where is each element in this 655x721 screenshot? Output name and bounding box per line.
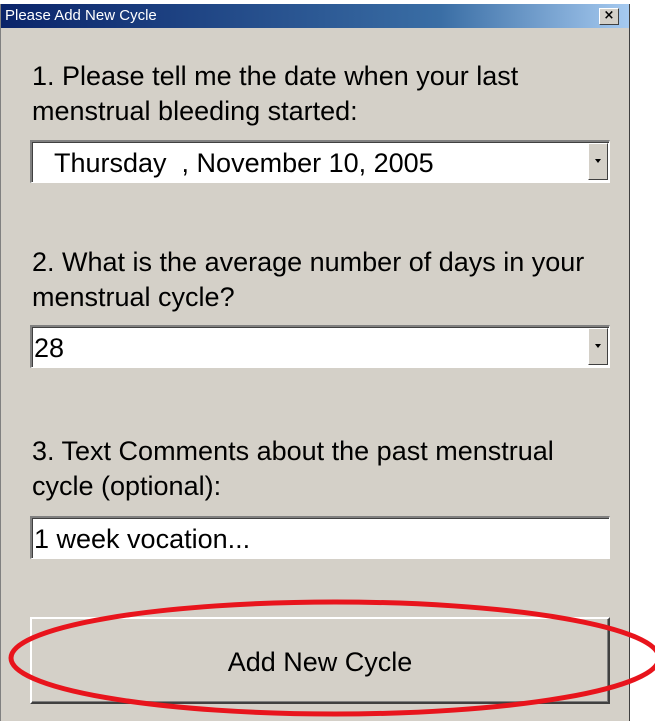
cycle-length-value: 28 [34, 333, 65, 363]
question-1-label: 1. Please tell me the date when your las… [32, 61, 519, 126]
add-new-cycle-button[interactable]: Add New Cycle [30, 617, 610, 704]
question-2-label: 2. What is the average number of days in… [32, 247, 585, 312]
close-icon: × [603, 8, 615, 23]
cycle-length-select[interactable]: 28 [30, 325, 610, 368]
top-edge-strip [0, 0, 655, 4]
window-title: Please Add New Cycle [5, 7, 157, 24]
comments-input-value: 1 week vocation... [34, 524, 251, 554]
date-picker[interactable]: Thursday , November 10, 2005 [30, 140, 610, 183]
close-button[interactable]: × [599, 8, 619, 25]
comments-input[interactable]: 1 week vocation... [30, 516, 610, 559]
add-cycle-dialog: Please Add New Cycle × 1. Please tell me… [0, 0, 630, 721]
title-bar[interactable]: Please Add New Cycle × [1, 4, 629, 28]
date-picker-dropdown-button[interactable] [588, 143, 608, 180]
chevron-down-icon [595, 159, 601, 163]
chevron-down-icon [595, 344, 601, 348]
add-new-cycle-button-label: Add New Cycle [227, 647, 413, 677]
cycle-length-dropdown-button[interactable] [588, 328, 608, 365]
question-3-label: 3. Text Comments about the past menstrua… [32, 436, 554, 501]
date-picker-value: Thursday , November 10, 2005 [54, 148, 434, 178]
